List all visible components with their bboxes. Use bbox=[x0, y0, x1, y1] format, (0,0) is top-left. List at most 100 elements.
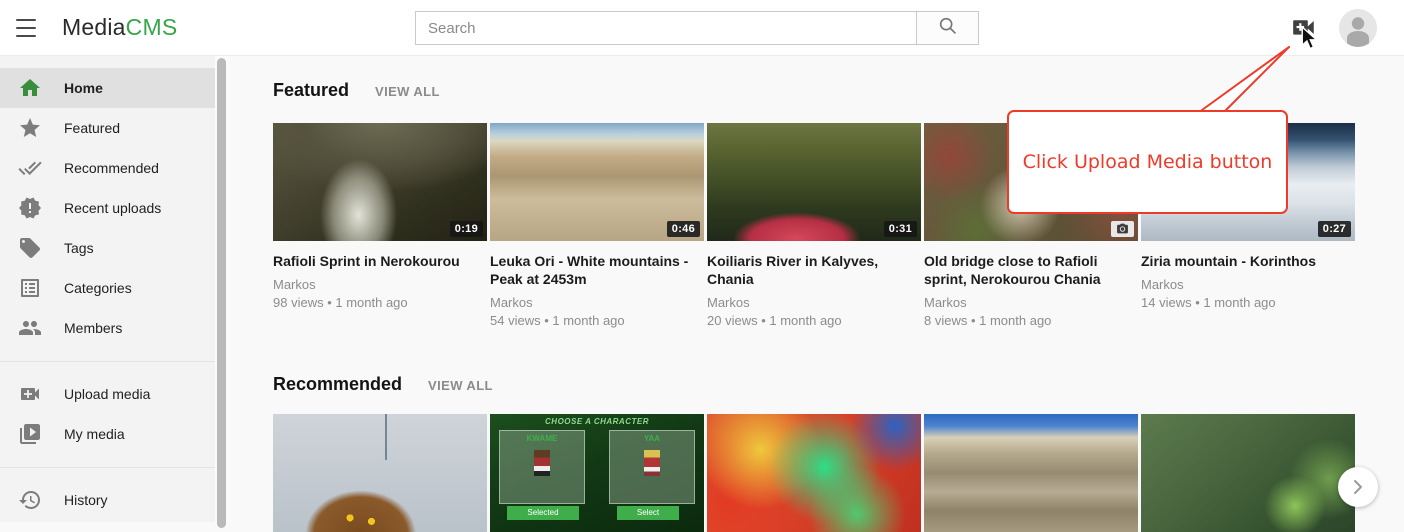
sidebar-item-history[interactable]: History bbox=[0, 480, 215, 520]
tooltip-upload-media: Click Upload Media button bbox=[1007, 110, 1288, 214]
new-releases-icon bbox=[18, 196, 42, 220]
user-avatar-icon bbox=[1339, 9, 1377, 47]
sidebar-scrollbar-track bbox=[215, 56, 229, 522]
sidebar-item-featured[interactable]: Featured bbox=[0, 108, 215, 148]
duration-badge: 0:31 bbox=[884, 221, 917, 237]
sidebar-item-members[interactable]: Members bbox=[0, 308, 215, 348]
sidebar-item-label: Recommended bbox=[64, 160, 159, 176]
video-thumbnail[interactable] bbox=[1141, 414, 1355, 532]
video-thumbnail[interactable] bbox=[924, 414, 1138, 532]
thumbnail-overlay-text: CHOOSE A CHARACTER bbox=[490, 417, 704, 426]
thumbnail-overlay-button: Select bbox=[617, 506, 679, 520]
media-card bbox=[273, 414, 487, 532]
duration-badge: 0:46 bbox=[667, 221, 700, 237]
search-bar bbox=[415, 11, 979, 45]
media-meta: 14 views • 1 month ago bbox=[1141, 295, 1355, 310]
categories-icon bbox=[18, 276, 42, 300]
sidebar-item-label: Members bbox=[64, 320, 122, 336]
my-media-icon bbox=[18, 422, 42, 446]
hamburger-menu-icon[interactable] bbox=[16, 19, 38, 37]
featured-view-all-link[interactable]: VIEW ALL bbox=[375, 84, 440, 99]
home-icon bbox=[18, 76, 42, 100]
sidebar-scrollbar-thumb[interactable] bbox=[217, 58, 226, 528]
sidebar-item-upload-media[interactable]: Upload media bbox=[0, 374, 215, 414]
video-thumbnail[interactable] bbox=[273, 414, 487, 532]
recommended-view-all-link[interactable]: VIEW ALL bbox=[428, 378, 493, 393]
sidebar-item-categories[interactable]: Categories bbox=[0, 268, 215, 308]
search-button[interactable] bbox=[916, 11, 979, 45]
sidebar-item-label: Upload media bbox=[64, 386, 150, 402]
photo-type-badge bbox=[1111, 221, 1134, 237]
logo-text-media: Media bbox=[62, 14, 126, 40]
sidebar-item-label: Recent uploads bbox=[64, 200, 161, 216]
sidebar-item-recent-uploads[interactable]: Recent uploads bbox=[0, 188, 215, 228]
tag-icon bbox=[18, 236, 42, 260]
media-author[interactable]: Markos bbox=[490, 295, 704, 310]
upload-media-icon bbox=[1291, 26, 1317, 43]
user-avatar[interactable] bbox=[1339, 9, 1377, 47]
video-thumbnail[interactable] bbox=[707, 414, 921, 532]
upload-media-button[interactable] bbox=[1291, 17, 1317, 39]
top-bar: MediaCMS bbox=[0, 0, 1404, 56]
video-thumbnail[interactable]: 0:31 bbox=[707, 123, 921, 241]
sidebar-item-recommended[interactable]: Recommended bbox=[0, 148, 215, 188]
character-name: YAA bbox=[610, 434, 694, 443]
media-card bbox=[924, 414, 1138, 532]
history-icon bbox=[18, 488, 42, 512]
section-title-recommended: Recommended bbox=[273, 374, 402, 395]
sidebar-item-label: Featured bbox=[64, 120, 120, 136]
media-meta: 20 views • 1 month ago bbox=[707, 313, 921, 328]
sidebar-item-label: Tags bbox=[64, 240, 94, 256]
character-panel: YAA bbox=[609, 430, 695, 504]
media-meta: 54 views • 1 month ago bbox=[490, 313, 704, 328]
media-card bbox=[707, 414, 921, 532]
section-title-featured: Featured bbox=[273, 80, 349, 101]
character-panel: KWAME bbox=[499, 430, 585, 504]
sidebar-divider bbox=[0, 467, 215, 468]
sidebar-item-label: My media bbox=[64, 426, 125, 442]
star-icon bbox=[18, 116, 42, 140]
members-icon bbox=[18, 316, 42, 340]
featured-section-header: Featured VIEW ALL bbox=[273, 80, 1404, 101]
media-title[interactable]: Koiliaris River in Kalyves, Chania bbox=[707, 252, 921, 288]
character-name: KWAME bbox=[500, 434, 584, 443]
sidebar-item-label: Categories bbox=[64, 280, 132, 296]
sidebar-item-my-media[interactable]: My media bbox=[0, 414, 215, 454]
media-meta: 98 views • 1 month ago bbox=[273, 295, 487, 310]
sidebar-item-tags[interactable]: Tags bbox=[0, 228, 215, 268]
sidebar-item-label: Home bbox=[64, 80, 103, 96]
media-author[interactable]: Markos bbox=[1141, 277, 1355, 292]
duration-badge: 0:19 bbox=[450, 221, 483, 237]
chevron-right-icon bbox=[1350, 479, 1366, 495]
camera-icon bbox=[1116, 223, 1129, 234]
app-logo[interactable]: MediaCMS bbox=[62, 14, 177, 41]
media-title[interactable]: Old bridge close to Rafioli sprint, Nero… bbox=[924, 252, 1138, 288]
sidebar-divider bbox=[0, 361, 215, 362]
media-meta: 8 views • 1 month ago bbox=[924, 313, 1138, 328]
character-sprite bbox=[644, 450, 660, 476]
recommended-cards-row: CHOOSE A CHARACTER KWAME YAA Selected Se… bbox=[273, 414, 1404, 532]
recommended-section-header: Recommended VIEW ALL bbox=[273, 374, 1404, 395]
media-card: 0:19 Rafioli Sprint in Nerokourou Markos… bbox=[273, 123, 487, 328]
media-author[interactable]: Markos bbox=[924, 295, 1138, 310]
media-card: 0:46 Leuka Ori - White mountains - Peak … bbox=[490, 123, 704, 328]
media-card: 0:31 Koiliaris River in Kalyves, Chania … bbox=[707, 123, 921, 328]
logo-text-cms: CMS bbox=[126, 14, 178, 40]
done-all-icon bbox=[18, 156, 42, 180]
media-author[interactable]: Markos bbox=[707, 295, 921, 310]
upload-media-icon bbox=[18, 382, 42, 406]
thumbnail-overlay-button: Selected bbox=[507, 506, 579, 520]
video-thumbnail[interactable]: CHOOSE A CHARACTER KWAME YAA Selected Se… bbox=[490, 414, 704, 532]
video-thumbnail[interactable]: 0:46 bbox=[490, 123, 704, 241]
media-title[interactable]: Leuka Ori - White mountains - Peak at 24… bbox=[490, 252, 704, 288]
sidebar-item-home[interactable]: Home bbox=[0, 68, 215, 108]
sidebar: Home Featured Recommended Recent uploads… bbox=[0, 56, 215, 522]
search-input[interactable] bbox=[415, 11, 917, 45]
video-thumbnail[interactable]: 0:19 bbox=[273, 123, 487, 241]
search-icon bbox=[937, 15, 959, 42]
carousel-next-button[interactable] bbox=[1338, 467, 1378, 507]
media-author[interactable]: Markos bbox=[273, 277, 487, 292]
duration-badge: 0:27 bbox=[1318, 221, 1351, 237]
media-title[interactable]: Ziria mountain - Korinthos bbox=[1141, 252, 1355, 270]
media-title[interactable]: Rafioli Sprint in Nerokourou bbox=[273, 252, 487, 270]
